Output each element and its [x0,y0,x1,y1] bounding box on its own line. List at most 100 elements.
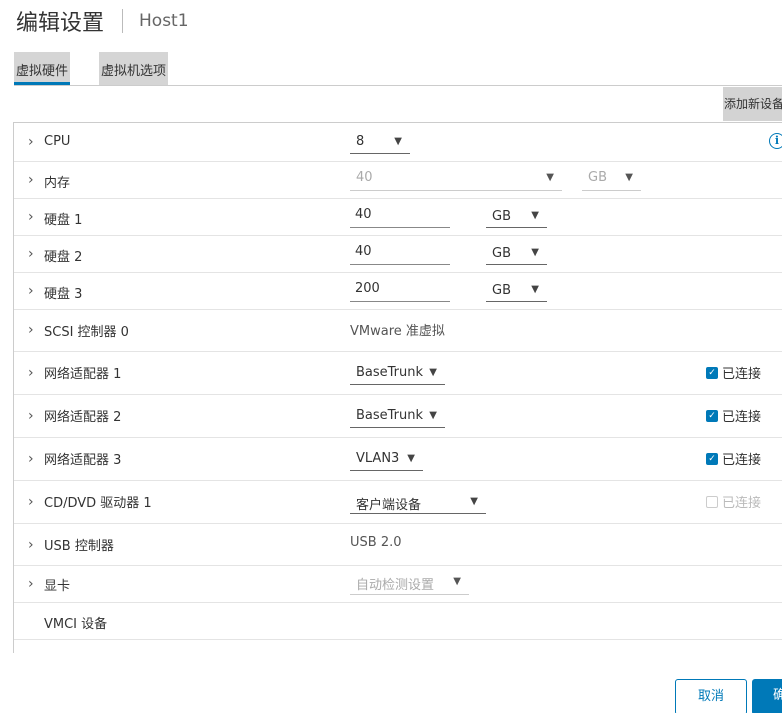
dialog-header: 编辑设置 Host1 [16,6,189,36]
checkbox-checked-icon: ✓ [706,409,718,422]
disk-3-size-value: 200 [355,281,380,296]
network-adapter-3-label: 网络适配器 3 [44,453,122,468]
network-adapter-1-network-select[interactable]: BaseTrunk ▼ [350,362,445,385]
chevron-right-icon[interactable]: › [28,323,40,337]
memory-unit-select[interactable]: GB ▼ [582,168,641,191]
chevron-down-icon: ▼ [470,496,478,507]
hardware-row-cd-dvd-drive: › CD/DVD 驱动器 1 客户端设备 ▼ 已连接 [14,481,782,524]
cancel-button[interactable]: 取消 [675,679,747,713]
chevron-down-icon: ▼ [531,284,539,295]
disk-3-unit-value: GB [492,283,511,298]
hardware-row-memory: › 内存 40 ▼ GB ▼ [14,162,782,199]
hardware-row-network-adapter-1: › 网络适配器 1 BaseTrunk ▼ ✓ 已连接 [14,352,782,395]
disk-2-label: 硬盘 2 [44,250,83,265]
chevron-down-icon: ▼ [546,172,554,183]
cd-dvd-drive-source-select[interactable]: 客户端设备 ▼ [350,491,486,514]
chevron-down-icon: ▼ [531,210,539,221]
checkbox-checked-icon: ✓ [706,452,718,465]
chevron-right-icon[interactable]: › [28,135,40,149]
connected-label: 已连接 [722,496,762,511]
usb-controller-label: USB 控制器 [44,539,114,554]
disk-1-label: 硬盘 1 [44,213,83,228]
disk-1-size-input[interactable]: 40 [350,205,450,228]
hardware-row-disk-1: › 硬盘 1 40 GB ▼ [14,199,782,236]
connected-label: 已连接 [722,367,762,382]
disk-2-unit-select[interactable]: GB ▼ [486,242,547,265]
chevron-right-icon[interactable]: › [28,284,40,298]
chevron-right-icon[interactable]: › [28,210,40,224]
disk-2-unit-value: GB [492,246,511,261]
network-adapter-1-label: 网络适配器 1 [44,367,122,382]
ok-button[interactable]: 确定 [752,679,782,713]
hardware-row-usb-controller: › USB 控制器 USB 2.0 [14,524,782,566]
hardware-row-disk-2: › 硬盘 2 40 GB ▼ [14,236,782,273]
memory-size-select[interactable]: 40 ▼ [350,168,562,191]
dialog-title: 编辑设置 [16,11,105,36]
checkbox-checked-icon: ✓ [706,366,718,379]
info-icon[interactable]: i [769,133,782,149]
chevron-right-icon[interactable]: › [28,366,40,380]
scsi-controller-label: SCSI 控制器 0 [44,325,129,340]
cpu-count-select[interactable]: 8 ▼ [350,132,410,154]
hardware-row-network-adapter-2: › 网络适配器 2 BaseTrunk ▼ ✓ 已连接 [14,395,782,438]
hardware-row-vmci-device: VMCI 设备 [14,603,782,640]
tab-divider [14,85,782,86]
video-card-settings-select[interactable]: 自动检测设置 ▼ [350,572,469,595]
tab-vm-options[interactable]: 虚拟机选项 [99,52,169,85]
memory-size-value: 40 [356,170,373,185]
disk-1-size-value: 40 [355,207,372,222]
chevron-down-icon: ▼ [407,453,415,464]
connected-label: 已连接 [722,453,762,468]
add-new-device-button[interactable]: 添加新设备 [723,87,782,121]
network-adapter-3-network-select[interactable]: VLAN3 ▼ [350,448,423,471]
network-adapter-2-network-value: BaseTrunk [356,408,424,423]
disk-3-unit-select[interactable]: GB ▼ [486,279,547,302]
disk-1-unit-select[interactable]: GB ▼ [486,205,547,228]
cpu-label: CPU [44,134,71,149]
tab-virtual-hardware[interactable]: 虚拟硬件 [14,52,71,85]
network-adapter-3-network-value: VLAN3 [356,451,400,466]
network-adapter-2-label: 网络适配器 2 [44,410,122,425]
hardware-row-video-card: › 显卡 自动检测设置 ▼ [14,566,782,603]
chevron-down-icon: ▼ [453,576,461,587]
network-adapter-3-connected-checkbox[interactable]: ✓ 已连接 [706,449,761,468]
cpu-count-value: 8 [356,134,365,149]
disk-2-size-value: 40 [355,244,372,259]
chevron-down-icon: ▼ [394,136,402,147]
checkbox-unchecked-icon [706,495,718,508]
scsi-controller-type: VMware 准虚拟 [350,324,445,339]
chevron-down-icon: ▼ [429,410,437,421]
chevron-right-icon[interactable]: › [28,495,40,509]
chevron-right-icon[interactable]: › [28,247,40,261]
cd-dvd-drive-connected-checkbox[interactable]: 已连接 [706,492,761,511]
cd-dvd-drive-label: CD/DVD 驱动器 1 [44,496,152,511]
memory-unit-value: GB [588,170,607,185]
tab-bar: 虚拟硬件 虚拟机选项 [14,52,169,86]
hardware-row-scsi-controller: › SCSI 控制器 0 VMware 准虚拟 [14,310,782,352]
disk-3-size-input[interactable]: 200 [350,279,450,302]
memory-label: 内存 [44,176,71,191]
chevron-right-icon[interactable]: › [28,577,40,591]
disk-2-size-input[interactable]: 40 [350,242,450,265]
video-card-label: 显卡 [44,579,71,594]
cd-dvd-drive-source-value: 客户端设备 [356,498,422,513]
disk-1-unit-value: GB [492,209,511,224]
chevron-right-icon[interactable]: › [28,409,40,423]
chevron-right-icon[interactable]: › [28,538,40,552]
hardware-row-cpu: › CPU 8 ▼ i [14,123,782,162]
network-adapter-2-network-select[interactable]: BaseTrunk ▼ [350,405,445,428]
chevron-right-icon[interactable]: › [28,452,40,466]
chevron-down-icon: ▼ [429,367,437,378]
chevron-down-icon: ▼ [531,247,539,258]
network-adapter-1-network-value: BaseTrunk [356,365,424,380]
video-card-settings-value: 自动检测设置 [356,578,435,593]
chevron-down-icon: ▼ [625,172,633,183]
hardware-row-network-adapter-3: › 网络适配器 3 VLAN3 ▼ ✓ 已连接 [14,438,782,481]
host-name: Host1 [139,11,189,31]
network-adapter-2-connected-checkbox[interactable]: ✓ 已连接 [706,406,761,425]
network-adapter-1-connected-checkbox[interactable]: ✓ 已连接 [706,363,761,382]
disk-3-label: 硬盘 3 [44,287,83,302]
chevron-right-icon[interactable]: › [28,173,40,187]
hardware-list[interactable]: › CPU 8 ▼ i › 内存 40 ▼ GB ▼ › 硬盘 1 40 GB … [13,122,782,653]
hardware-row-disk-3: › 硬盘 3 200 GB ▼ [14,273,782,310]
